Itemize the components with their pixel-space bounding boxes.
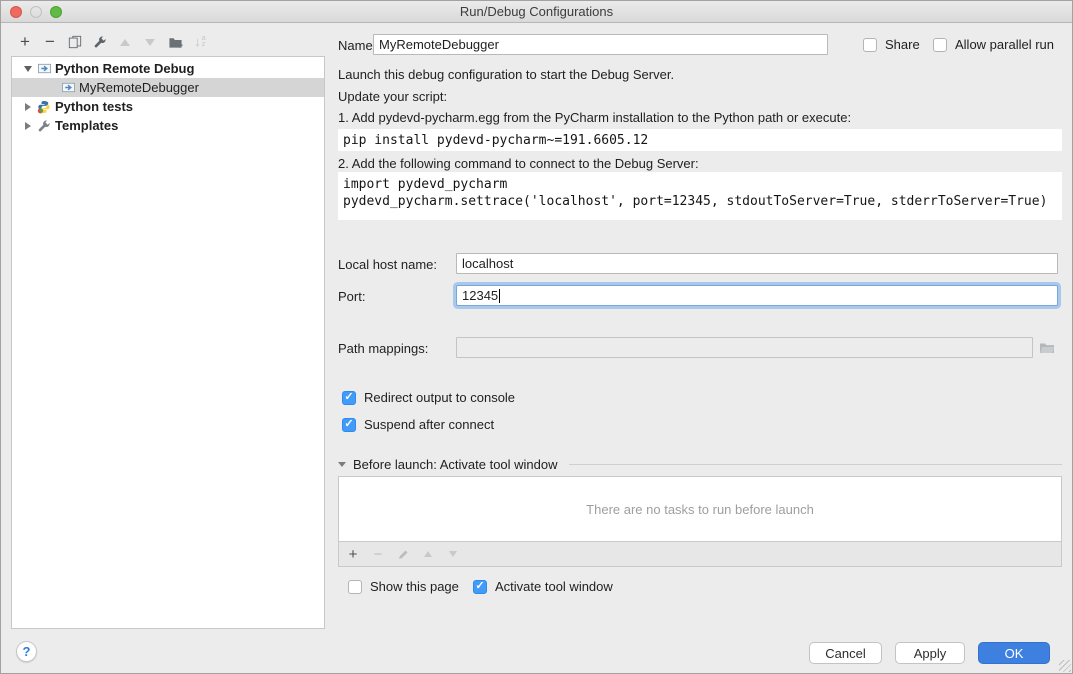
pip-command-snippet: pip install pydevd-pycharm~=191.6605.12 [338,129,1062,151]
path-mappings-label: Path mappings: [338,341,428,356]
configurations-tree: Python Remote Debug MyRemoteDebugger Pyt… [11,56,325,629]
expand-collapse-icon[interactable] [22,66,34,72]
share-checkbox[interactable] [863,38,877,52]
resize-grip[interactable] [1059,660,1071,672]
settrace-code-snippet: import pydevd_pycharm pydevd_pycharm.set… [338,172,1062,220]
local-host-name-input[interactable] [456,253,1058,274]
tree-item-label: Templates [55,118,124,133]
add-configuration-icon[interactable]: + [17,34,33,50]
sort-alphabetically-icon[interactable]: ↓az [192,34,208,50]
show-this-page-checkbox-row[interactable]: Show this page [348,579,459,594]
tree-item-python-tests[interactable]: Python tests [12,97,324,116]
port-input[interactable]: 12345 [456,285,1058,306]
show-this-page-label: Show this page [370,579,459,594]
run-debug-configurations-dialog: Run/Debug Configurations + − ↓az Python … [0,0,1073,674]
zoom-window-button[interactable] [50,6,62,18]
python-tests-icon [36,99,52,115]
before-launch-task-list[interactable]: There are no tasks to run before launch [338,476,1062,542]
tree-item-label: MyRemoteDebugger [79,80,205,95]
remove-configuration-icon[interactable]: − [42,34,58,50]
help-icon: ? [23,644,31,659]
step-1-text: 1. Add pydevd-pycharm.egg from the PyCha… [338,110,851,125]
expand-collapse-icon[interactable] [22,103,34,111]
remote-debug-config-icon [36,61,52,77]
redirect-output-checkbox[interactable] [342,391,356,405]
titlebar[interactable]: Run/Debug Configurations [1,1,1072,23]
allow-parallel-run-checkbox[interactable] [933,38,947,52]
suspend-after-connect-checkbox-row[interactable]: Suspend after connect [342,417,494,432]
close-window-button[interactable] [10,6,22,18]
activate-tool-window-checkbox[interactable] [473,580,487,594]
ok-button[interactable]: OK [978,642,1050,664]
browse-folder-icon[interactable] [1039,340,1055,358]
share-label: Share [885,37,920,52]
copy-configuration-icon[interactable] [67,34,83,50]
text-cursor [499,289,500,303]
cancel-button[interactable]: Cancel [809,642,882,664]
tree-item-my-remote-debugger[interactable]: MyRemoteDebugger [12,78,324,97]
allow-parallel-run-label: Allow parallel run [955,37,1054,52]
minimize-window-button[interactable] [30,6,42,18]
activate-tool-window-checkbox-row[interactable]: Activate tool window [473,579,613,594]
step-2-text: 2. Add the following command to connect … [338,156,699,171]
port-label: Port: [338,289,365,304]
suspend-after-connect-label: Suspend after connect [364,417,494,432]
code-line-2: pydevd_pycharm.settrace('localhost', por… [343,194,1047,209]
edit-task-icon[interactable] [396,547,410,561]
share-checkbox-row[interactable]: Share [863,37,920,52]
traffic-lights [10,6,62,18]
empty-tasks-text: There are no tasks to run before launch [586,502,814,517]
allow-parallel-run-checkbox-row[interactable]: Allow parallel run [933,37,1054,52]
activate-tool-window-label: Activate tool window [495,579,613,594]
new-folder-icon[interactable] [167,34,183,50]
before-launch-section-header[interactable]: Before launch: Activate tool window [338,457,1062,472]
move-down-icon[interactable] [142,34,158,50]
tree-item-templates[interactable]: Templates [12,116,324,135]
code-line-1: import pydevd_pycharm [343,177,507,192]
window-title: Run/Debug Configurations [460,4,613,19]
tree-item-python-remote-debug[interactable]: Python Remote Debug [12,59,324,78]
before-launch-title: Before launch: Activate tool window [353,457,558,472]
redirect-output-label: Redirect output to console [364,390,515,405]
move-up-icon[interactable] [117,34,133,50]
tree-item-label: Python tests [55,99,139,114]
configurations-toolbar: + − ↓az [17,32,208,52]
suspend-after-connect-checkbox[interactable] [342,418,356,432]
local-host-name-label: Local host name: [338,257,437,272]
description-line-1: Launch this debug configuration to start… [338,67,674,82]
add-task-icon[interactable]: + [346,547,360,561]
tree-item-label: Python Remote Debug [55,61,200,76]
redirect-output-checkbox-row[interactable]: Redirect output to console [342,390,515,405]
templates-wrench-icon [36,118,52,134]
apply-button[interactable]: Apply [895,642,965,664]
move-task-up-icon[interactable] [421,547,435,561]
name-label: Name: [338,38,376,53]
edit-templates-wrench-icon[interactable] [92,34,108,50]
name-input[interactable] [373,34,828,55]
remote-debug-config-icon [60,80,76,96]
expand-collapse-icon[interactable] [22,122,34,130]
show-this-page-checkbox[interactable] [348,580,362,594]
description-line-2: Update your script: [338,89,447,104]
help-button[interactable]: ? [16,641,37,662]
section-divider [569,464,1062,465]
collapse-section-icon[interactable] [338,462,346,467]
path-mappings-input[interactable] [456,337,1033,358]
move-task-down-icon[interactable] [446,547,460,561]
remove-task-icon[interactable]: − [371,547,385,561]
before-launch-toolbar: + − [338,542,1062,567]
